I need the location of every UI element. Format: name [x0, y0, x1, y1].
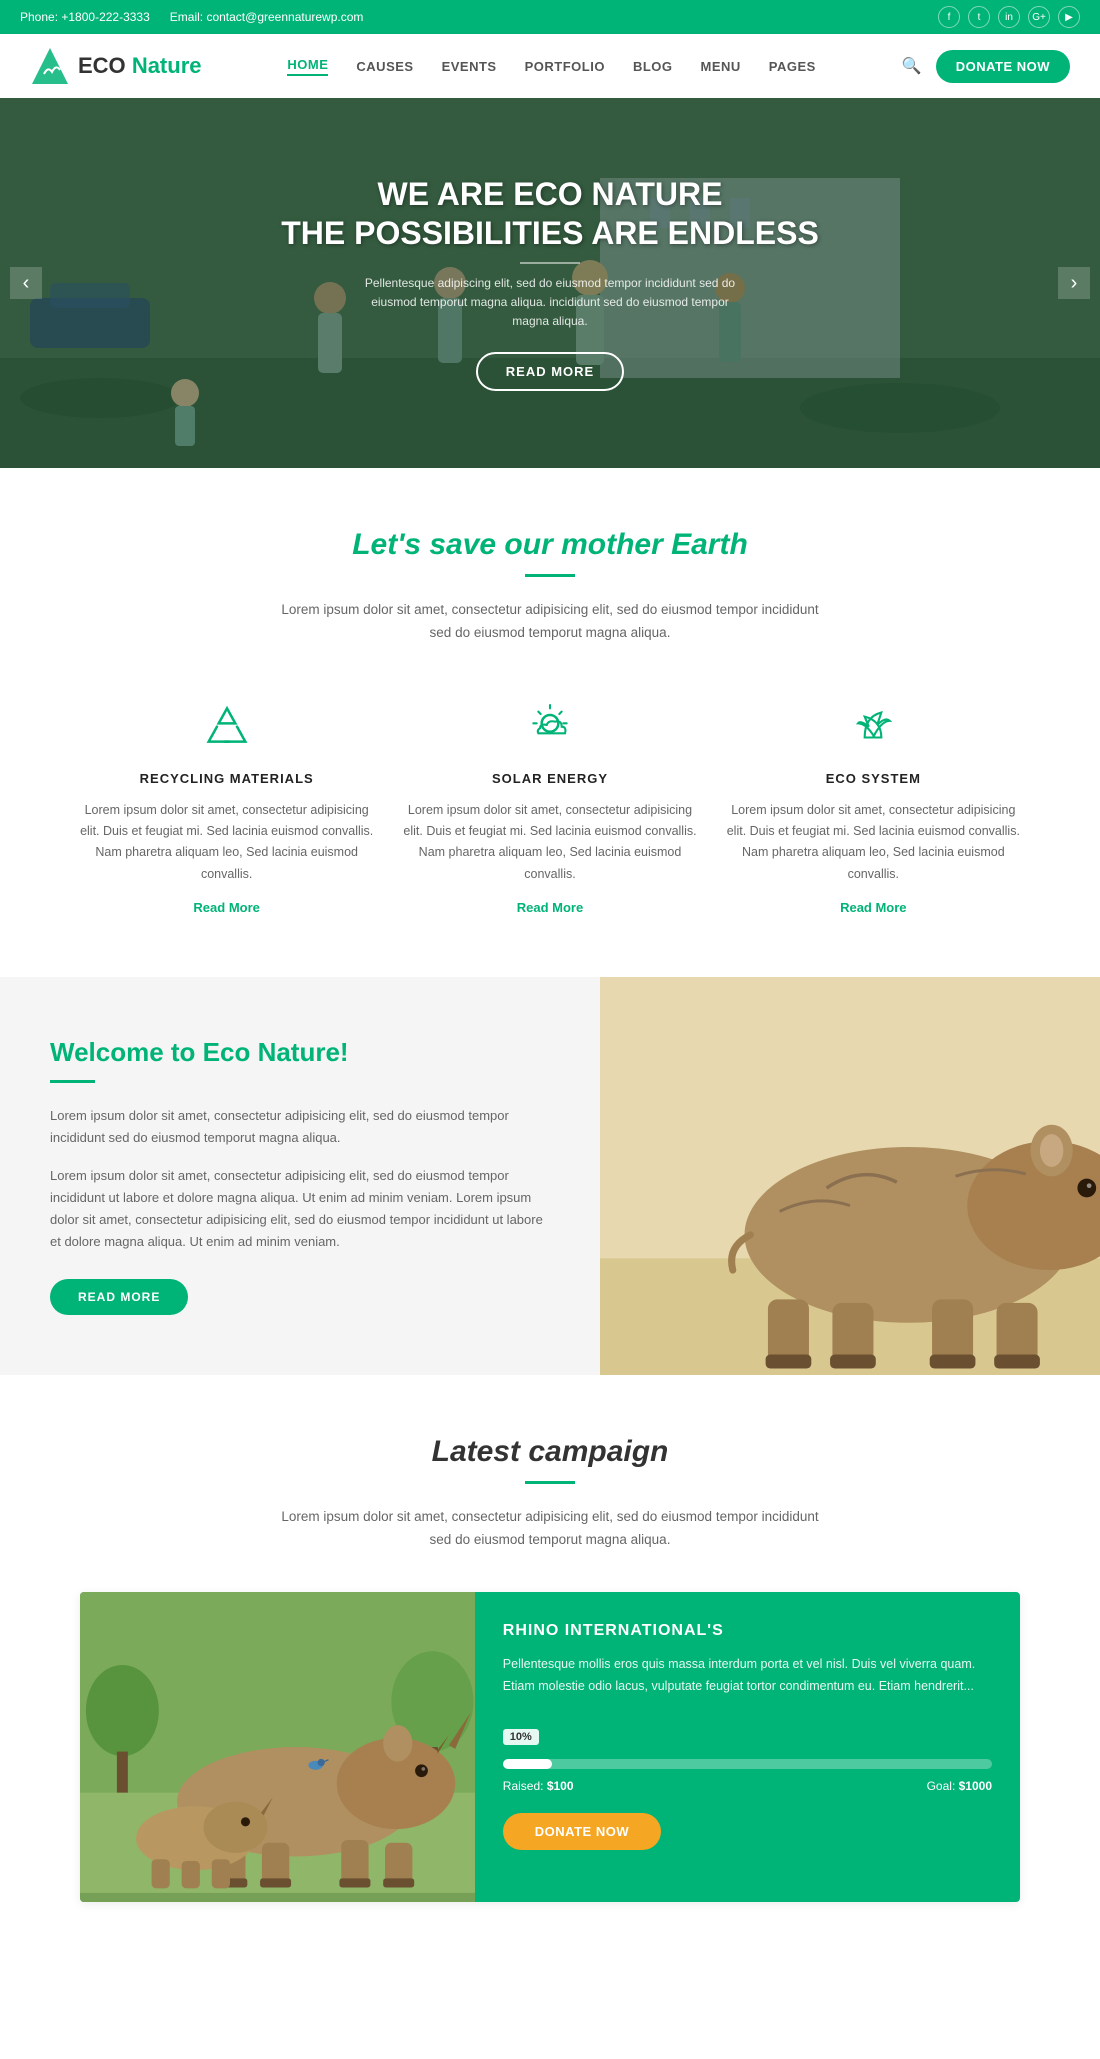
feature-ecosystem: ECO SYSTEM Lorem ipsum dolor sit amet, c… — [727, 695, 1020, 917]
save-earth-section: Let's save our mother Earth Lorem ipsum … — [0, 468, 1100, 977]
ecosystem-title: ECO SYSTEM — [727, 771, 1020, 786]
solar-icon — [403, 695, 696, 755]
hero-divider — [520, 262, 580, 264]
nav-causes[interactable]: CAUSES — [356, 59, 413, 74]
hero-section: ‹ WE ARE ECO NATURE THE POSSIBILITIES AR… — [0, 98, 1100, 468]
nav-pages[interactable]: PAGES — [769, 59, 816, 74]
recycling-icon — [80, 695, 373, 755]
youtube-icon[interactable]: ▶ — [1058, 6, 1080, 28]
latest-campaign-section: Latest campaign Lorem ipsum dolor sit am… — [0, 1375, 1100, 1942]
phone-info: Phone: +1800-222-3333 — [20, 10, 150, 24]
campaign-card: RHINO INTERNATIONAL'S Pellentesque molli… — [80, 1592, 1020, 1902]
campaign-meta: Raised: $100 Goal: $1000 — [503, 1779, 992, 1793]
hero-prev-button[interactable]: ‹ — [10, 267, 42, 299]
twitter-icon[interactable]: t — [968, 6, 990, 28]
logo-text: ECO Nature — [78, 53, 202, 79]
search-icon[interactable]: 🔍 — [902, 56, 922, 76]
welcome-para1: Lorem ipsum dolor sit amet, consectetur … — [50, 1105, 550, 1149]
welcome-read-more-button[interactable]: READ MORE — [50, 1279, 188, 1315]
welcome-image — [600, 977, 1100, 1376]
campaign-donate-button[interactable]: DONATE NOW — [503, 1813, 661, 1850]
campaign-section-desc: Lorem ipsum dolor sit amet, consectetur … — [275, 1506, 825, 1552]
email-info: Email: contact@greennaturewp.com — [170, 10, 364, 24]
hero-content: WE ARE ECO NATURE THE POSSIBILITIES ARE … — [281, 175, 819, 390]
campaign-desc: Pellentesque mollis eros quis massa inte… — [503, 1654, 992, 1697]
goal-info: Goal: $1000 — [927, 1779, 992, 1793]
campaign-divider — [525, 1481, 575, 1484]
facebook-icon[interactable]: f — [938, 6, 960, 28]
contact-info: Phone: +1800-222-3333 Email: contact@gre… — [20, 10, 363, 24]
rhino-image — [600, 977, 1100, 1376]
donate-button[interactable]: DONATE NOW — [936, 50, 1070, 83]
campaign-image — [80, 1592, 475, 1902]
ecosystem-desc: Lorem ipsum dolor sit amet, consectetur … — [727, 800, 1020, 885]
logo[interactable]: ECO Nature — [30, 46, 202, 86]
recycling-desc: Lorem ipsum dolor sit amet, consectetur … — [80, 800, 373, 885]
nav-events[interactable]: EVENTS — [442, 59, 497, 74]
campaign-rhino-svg — [80, 1592, 475, 1902]
progress-bar — [503, 1759, 992, 1769]
campaign-title: RHINO INTERNATIONAL'S — [503, 1622, 992, 1640]
logo-icon — [30, 46, 70, 86]
social-links: f t in G+ ▶ — [938, 6, 1080, 28]
nav-blog[interactable]: BLOG — [633, 59, 673, 74]
recycling-read-more[interactable]: Read More — [193, 900, 259, 915]
welcome-title: Welcome to Eco Nature! — [50, 1037, 550, 1068]
nav-home[interactable]: HOME — [287, 57, 328, 76]
solar-read-more[interactable]: Read More — [517, 900, 583, 915]
recycling-title: RECYCLING MATERIALS — [80, 771, 373, 786]
save-earth-title: Let's save our mother Earth — [80, 528, 1020, 562]
progress-bar-fill — [503, 1759, 552, 1769]
nav-menu[interactable]: MENU — [701, 59, 741, 74]
progress-label-wrap: 10% — [503, 1727, 992, 1751]
linkedin-icon[interactable]: in — [998, 6, 1020, 28]
nav-actions: 🔍 DONATE NOW — [902, 50, 1070, 83]
top-bar: Phone: +1800-222-3333 Email: contact@gre… — [0, 0, 1100, 34]
solar-desc: Lorem ipsum dolor sit amet, consectetur … — [403, 800, 696, 885]
progress-percent-label: 10% — [503, 1729, 539, 1745]
main-nav: HOME CAUSES EVENTS PORTFOLIO BLOG MENU P… — [287, 57, 815, 76]
campaign-section-title: Latest campaign — [80, 1435, 1020, 1469]
progress-container: 10% — [503, 1727, 992, 1769]
welcome-text: Welcome to Eco Nature! Lorem ipsum dolor… — [0, 977, 600, 1376]
save-earth-description: Lorem ipsum dolor sit amet, consectetur … — [275, 599, 825, 645]
hero-next-button[interactable]: › — [1058, 267, 1090, 299]
solar-title: SOLAR ENERGY — [403, 771, 696, 786]
hero-title: WE ARE ECO NATURE THE POSSIBILITIES ARE … — [281, 175, 819, 252]
ecosystem-icon — [727, 695, 1020, 755]
hero-description: Pellentesque adipiscing elit, sed do eiu… — [360, 274, 740, 332]
feature-recycling: RECYCLING MATERIALS Lorem ipsum dolor si… — [80, 695, 373, 917]
features-grid: RECYCLING MATERIALS Lorem ipsum dolor si… — [80, 695, 1020, 917]
feature-solar: SOLAR ENERGY Lorem ipsum dolor sit amet,… — [403, 695, 696, 917]
header: ECO Nature HOME CAUSES EVENTS PORTFOLIO … — [0, 34, 1100, 98]
welcome-para2: Lorem ipsum dolor sit amet, consectetur … — [50, 1165, 550, 1253]
welcome-underline — [50, 1080, 95, 1083]
welcome-section: Welcome to Eco Nature! Lorem ipsum dolor… — [0, 977, 1100, 1376]
raised-info: Raised: $100 — [503, 1779, 574, 1793]
ecosystem-read-more[interactable]: Read More — [840, 900, 906, 915]
save-earth-divider — [525, 574, 575, 577]
nav-portfolio[interactable]: PORTFOLIO — [525, 59, 605, 74]
googleplus-icon[interactable]: G+ — [1028, 6, 1050, 28]
campaign-info: RHINO INTERNATIONAL'S Pellentesque molli… — [475, 1592, 1020, 1902]
hero-cta-button[interactable]: READ MORE — [476, 352, 624, 391]
